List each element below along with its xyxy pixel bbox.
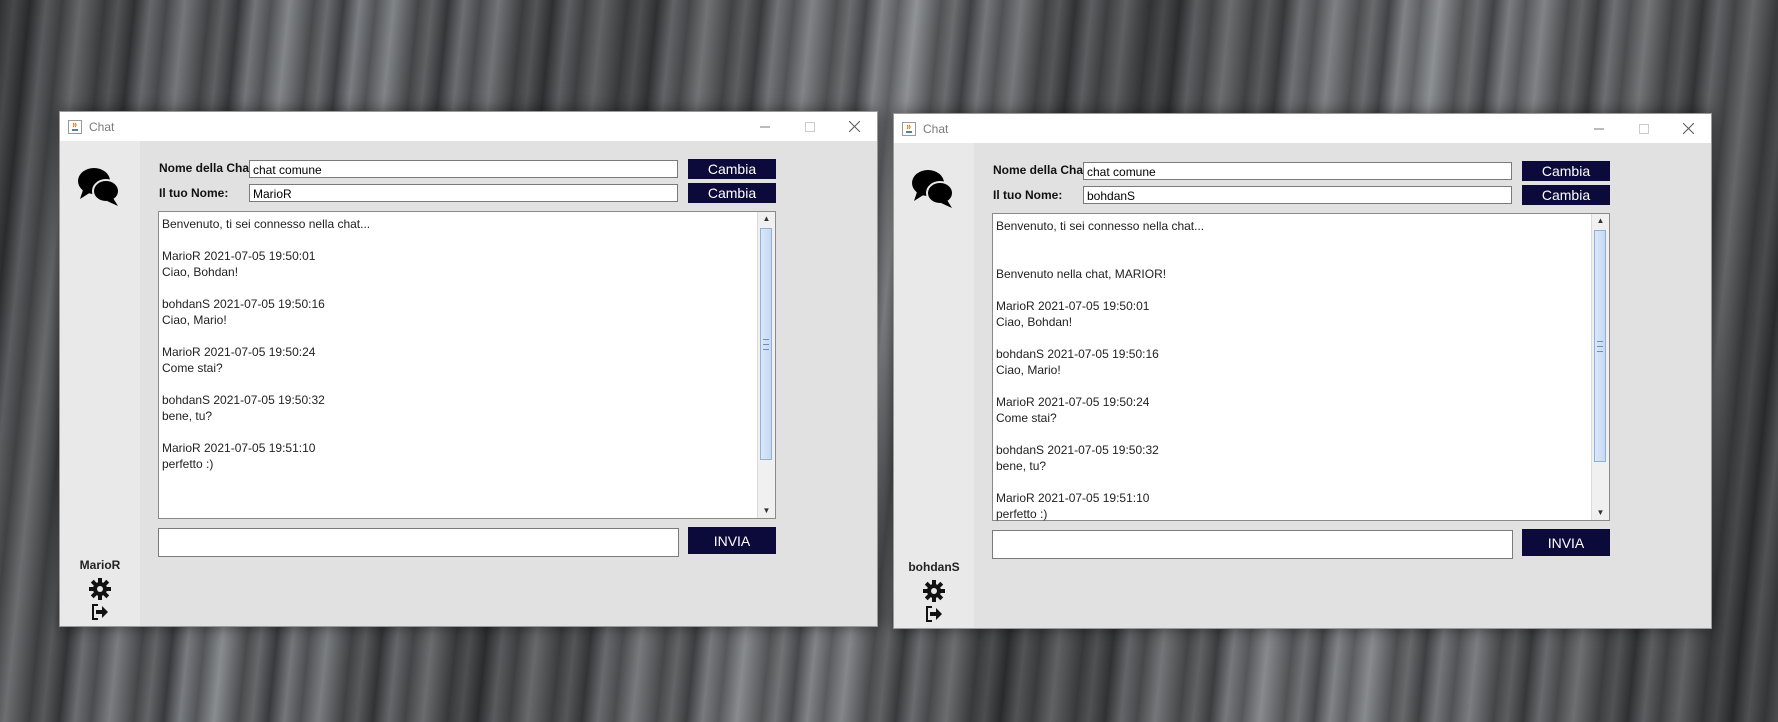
chat-message-line: bene, tu? [996, 459, 1047, 473]
chat-message-line: Ciao, Bohdan! [996, 315, 1073, 329]
chat-message-line: bohdanS 2021-07-05 19:50:32 [162, 393, 325, 407]
chat-message-line [996, 234, 1589, 250]
chat-message-line [996, 330, 1589, 346]
chat-message-line: MarioR 2021-07-05 19:51:10 [162, 441, 316, 455]
your-name-label: Il tuo Nome: [159, 186, 229, 200]
title-bar[interactable]: Chat [60, 112, 877, 141]
chat-message-line: bene, tu? [162, 409, 213, 423]
title-bar[interactable]: Chat [894, 114, 1711, 143]
java-icon [68, 119, 82, 134]
chat-message-line [996, 250, 1589, 266]
chat-message-line: Benvenuto, ti sei connesso nella chat... [162, 217, 371, 231]
chat-message-line: MarioR 2021-07-05 19:50:24 [162, 345, 316, 359]
sign-out-icon[interactable] [91, 604, 109, 620]
maximize-icon [804, 121, 815, 132]
chat-message-line: Ciao, Bohdan! [162, 265, 239, 279]
java-icon [902, 121, 916, 136]
chat-message-line [996, 474, 1589, 490]
chat-message-line: perfetto :) [996, 507, 1048, 521]
chat-name-label: Nome della Chat: [993, 163, 1092, 177]
window-title: Chat [923, 121, 949, 136]
minimize-button[interactable] [1576, 114, 1621, 143]
chat-panel: Nome della Chat: chat comune Cambia Il t… [140, 141, 877, 626]
chat-message-line: Come stai? [162, 361, 223, 375]
scroll-up-arrow[interactable]: ▲ [758, 212, 775, 226]
sidebar: bohdanS [894, 143, 974, 628]
chat-window: Chat MarioR Nome della Chat: chat comune… [59, 111, 878, 627]
chat-scrollbar[interactable]: ▲ ▼ [1591, 214, 1609, 520]
chat-message-line [996, 426, 1589, 442]
chat-message-line: Benvenuto nella chat, MARIOR! [996, 267, 1167, 281]
message-input[interactable] [992, 530, 1513, 559]
chat-message-line: Ciao, Mario! [162, 313, 227, 327]
minimize-icon [759, 126, 770, 127]
chat-message-line: MarioR 2021-07-05 19:51:10 [996, 491, 1150, 505]
close-icon [849, 121, 860, 132]
chat-message-line [162, 280, 755, 296]
chat-name-label: Nome della Chat: [159, 161, 258, 175]
chat-name-input[interactable]: chat comune [1083, 162, 1512, 180]
chat-name-input[interactable]: chat comune [249, 160, 678, 178]
minimize-button[interactable] [742, 112, 787, 141]
maximize-button[interactable] [1621, 114, 1666, 143]
change-your-name-button[interactable]: Cambia [1522, 185, 1610, 205]
chat-message-line: MarioR 2021-07-05 19:50:01 [162, 249, 316, 263]
your-name-input[interactable]: MarioR [249, 184, 678, 202]
chat-history[interactable]: Benvenuto, ti sei connesso nella chat...… [992, 213, 1610, 521]
chat-message-line: MarioR 2021-07-05 19:50:01 [996, 299, 1150, 313]
chat-window: Chat bohdanS Nome della Chat: chat comun… [893, 113, 1712, 629]
chat-panel: Nome della Chat: chat comune Cambia Il t… [974, 143, 1711, 628]
window-title: Chat [89, 119, 115, 134]
gear-icon[interactable] [89, 578, 111, 600]
chat-message-line: perfetto :) [162, 457, 214, 471]
scroll-down-arrow[interactable]: ▼ [758, 504, 775, 518]
chat-message-line [996, 378, 1589, 394]
chat-message-line: MarioR 2021-07-05 19:50:24 [996, 395, 1150, 409]
chat-message-line [162, 424, 755, 440]
chat-message-line: bohdanS 2021-07-05 19:50:16 [996, 347, 1159, 361]
change-chat-name-button[interactable]: Cambia [688, 159, 776, 179]
your-name-label: Il tuo Nome: [993, 188, 1063, 202]
gear-icon[interactable] [923, 580, 945, 602]
chat-history[interactable]: Benvenuto, ti sei connesso nella chat...… [158, 211, 776, 519]
send-button[interactable]: INVIA [688, 527, 776, 554]
chat-message-line [162, 232, 755, 248]
current-username: MarioR [79, 558, 121, 572]
chat-message-line: bohdanS 2021-07-05 19:50:16 [162, 297, 325, 311]
maximize-icon [1638, 123, 1649, 134]
scroll-thumb[interactable] [760, 228, 772, 460]
change-chat-name-button[interactable]: Cambia [1522, 161, 1610, 181]
chat-message-line: bohdanS 2021-07-05 19:50:32 [996, 443, 1159, 457]
message-list: Benvenuto, ti sei connesso nella chat...… [162, 216, 755, 472]
close-icon [1683, 123, 1694, 134]
chat-bubbles-icon [78, 168, 120, 206]
scroll-up-arrow[interactable]: ▲ [1592, 214, 1609, 228]
chat-message-line: Ciao, Mario! [996, 363, 1061, 377]
current-username: bohdanS [908, 560, 960, 574]
your-name-input[interactable]: bohdanS [1083, 186, 1512, 204]
message-input[interactable] [158, 528, 679, 557]
chat-message-line: Come stai? [996, 411, 1057, 425]
message-list: Benvenuto, ti sei connesso nella chat...… [996, 218, 1589, 522]
chat-message-line [162, 328, 755, 344]
change-your-name-button[interactable]: Cambia [688, 183, 776, 203]
chat-message-line: Benvenuto, ti sei connesso nella chat... [996, 219, 1205, 233]
minimize-icon [1593, 128, 1604, 129]
chat-message-line [162, 376, 755, 392]
sidebar: MarioR [60, 141, 140, 626]
chat-scrollbar[interactable]: ▲ ▼ [757, 212, 775, 518]
close-button[interactable] [832, 112, 877, 141]
chat-message-line [996, 282, 1589, 298]
send-button[interactable]: INVIA [1522, 529, 1610, 556]
scroll-down-arrow[interactable]: ▼ [1592, 506, 1609, 520]
sign-out-icon[interactable] [925, 606, 943, 622]
close-button[interactable] [1666, 114, 1711, 143]
chat-bubbles-icon [912, 170, 954, 208]
scroll-thumb[interactable] [1594, 230, 1606, 462]
maximize-button[interactable] [787, 112, 832, 141]
